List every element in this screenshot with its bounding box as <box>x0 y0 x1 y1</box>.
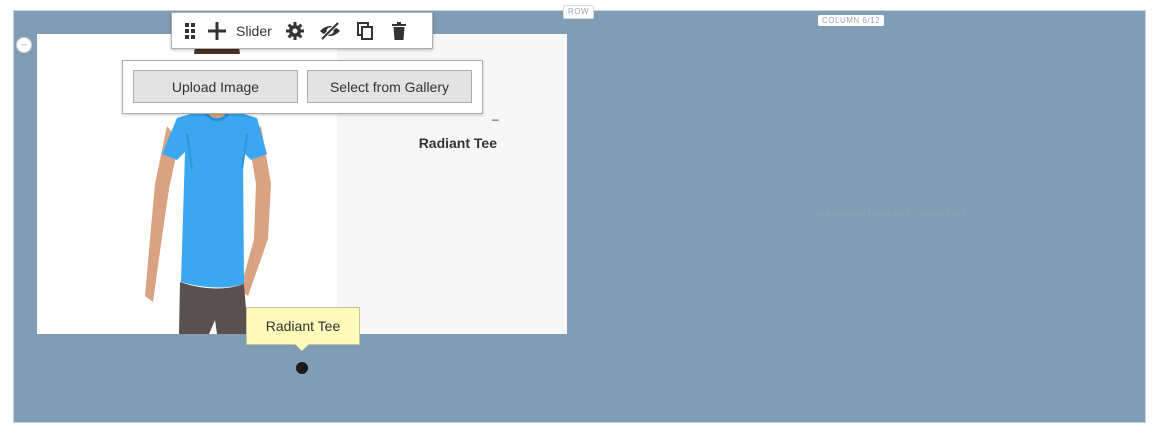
select-from-gallery-button[interactable]: Select from Gallery <box>307 70 472 103</box>
row-label: ROW <box>563 5 595 19</box>
gear-icon[interactable] <box>278 12 312 49</box>
column-placeholder-text: Drag content types or columns here <box>808 208 967 219</box>
column-label: COLUMN 6/12 <box>818 15 884 26</box>
page-builder-stage: ROW COLUMN 6/12 Drag content types or co… <box>0 0 1160 436</box>
trash-icon[interactable] <box>382 12 416 49</box>
slider-nav-dot-active[interactable] <box>296 362 308 374</box>
image-upload-panel: Upload Image Select from Gallery <box>122 60 483 114</box>
slider-toolbar: Slider <box>171 12 433 49</box>
slide-separator: – <box>492 112 499 126</box>
plus-icon[interactable] <box>200 12 234 49</box>
slide-title: Radiant Tee <box>418 135 497 151</box>
eye-slash-icon[interactable] <box>312 12 348 49</box>
duplicate-icon[interactable] <box>348 12 382 49</box>
column-resize-handle-icon[interactable]: ⇔ <box>16 37 32 53</box>
upload-image-button[interactable]: Upload Image <box>133 70 298 103</box>
move-handle-icon[interactable] <box>180 12 200 49</box>
tooltip-tail <box>295 344 309 351</box>
slide-name-tooltip: Radiant Tee <box>246 307 360 345</box>
toolbar-title: Slider <box>236 22 272 39</box>
